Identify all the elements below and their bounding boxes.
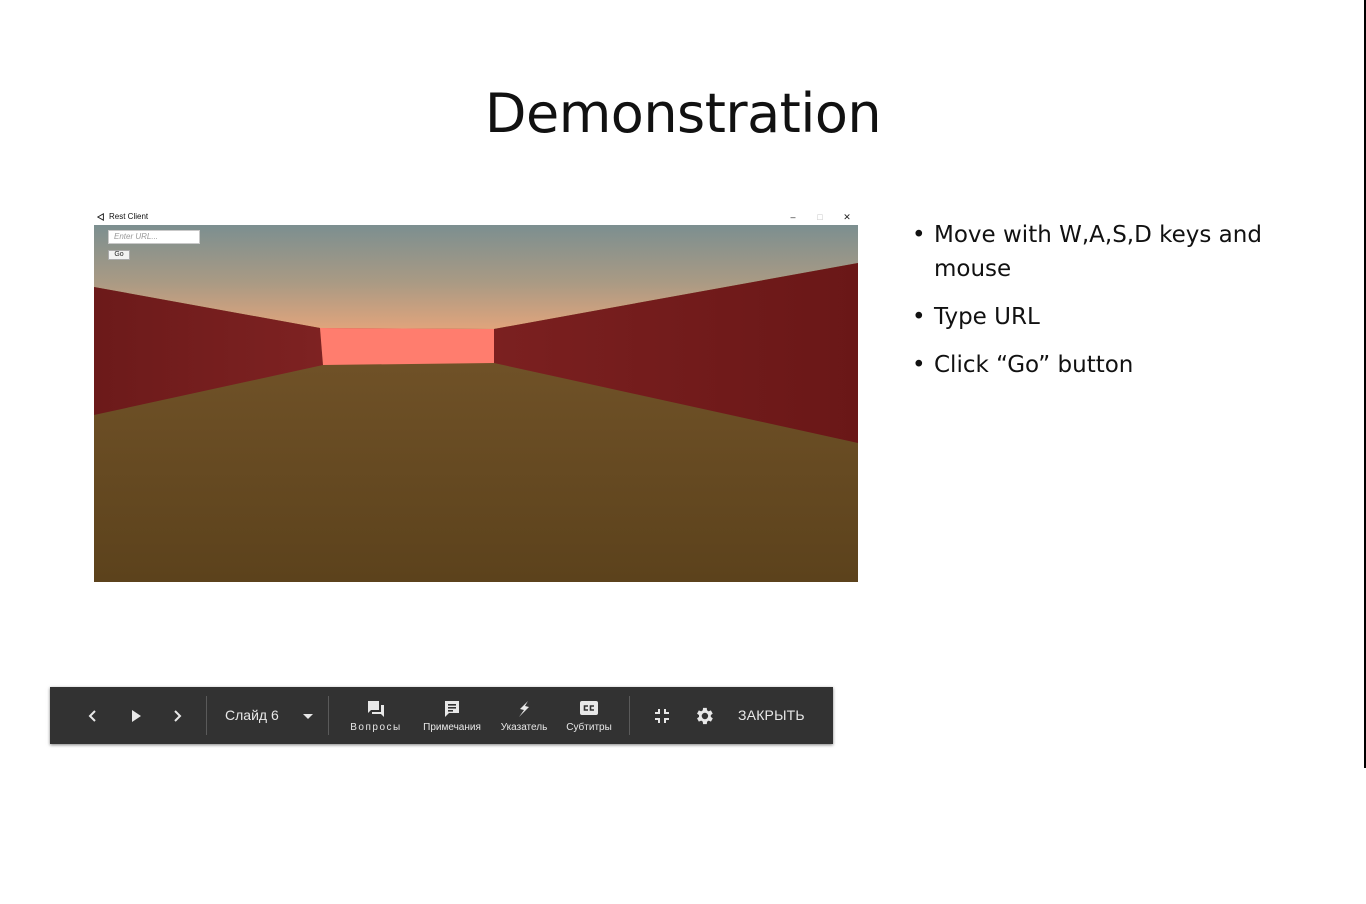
questions-icon bbox=[368, 701, 384, 717]
bullet-list: • Move with W,A,S,D keys and mouse • Type … bbox=[912, 218, 1332, 396]
chevron-right-icon bbox=[174, 709, 182, 722]
captions-label: Субтитры bbox=[566, 722, 612, 733]
presenter-toolbar: Слайд 6 Вопросы Примечания Указатель Суб… bbox=[50, 687, 833, 744]
close-presentation-button[interactable]: ЗАКРЫТЬ bbox=[728, 687, 814, 744]
notes-button[interactable]: Примечания bbox=[418, 687, 486, 744]
bullet-item: • Move with W,A,S,D keys and mouse bbox=[912, 222, 1262, 282]
caret-down-icon bbox=[303, 714, 313, 719]
play-button[interactable] bbox=[121, 687, 151, 744]
embedded-app-screenshot: Rest Client – □ ✕ Enter URL... Go bbox=[94, 210, 858, 582]
chevron-left-icon bbox=[88, 709, 96, 722]
captions-button[interactable]: Субтитры bbox=[560, 687, 618, 744]
toolbar-divider bbox=[629, 696, 630, 735]
app-3d-scene bbox=[94, 225, 858, 582]
toolbar-divider bbox=[328, 696, 329, 735]
closed-captions-icon bbox=[580, 701, 598, 715]
notes-icon bbox=[445, 701, 459, 717]
slide-selector[interactable]: Слайд 6 bbox=[211, 687, 327, 744]
slide-title: Demonstration bbox=[484, 82, 882, 145]
exit-fullscreen-button[interactable] bbox=[647, 687, 677, 744]
exit-fullscreen-icon bbox=[655, 708, 669, 723]
minimize-icon: – bbox=[790, 212, 796, 222]
slide-selector-label: Слайд 6 bbox=[225, 707, 279, 723]
toolbar-divider bbox=[206, 696, 207, 735]
next-slide-button[interactable] bbox=[162, 687, 192, 744]
app-go-button: Go bbox=[108, 250, 130, 260]
close-presentation-label: ЗАКРЫТЬ bbox=[738, 707, 805, 723]
questions-label: Вопросы bbox=[350, 722, 402, 733]
app-url-input: Enter URL... bbox=[108, 230, 200, 244]
play-icon bbox=[132, 709, 141, 722]
settings-button[interactable] bbox=[688, 687, 720, 744]
close-icon: ✕ bbox=[843, 212, 851, 222]
app-titlebar: Rest Client – □ ✕ bbox=[94, 210, 858, 225]
questions-button[interactable]: Вопросы bbox=[342, 687, 410, 744]
unity-logo-icon bbox=[97, 213, 104, 221]
bullet-item: • Type URL bbox=[912, 304, 1040, 330]
maximize-icon: □ bbox=[817, 212, 823, 222]
notes-label: Примечания bbox=[423, 722, 481, 733]
pointer-label: Указатель bbox=[500, 722, 548, 733]
pointer-button[interactable]: Указатель bbox=[494, 687, 554, 744]
slide: Demonstration Rest Client – □ ✕ Enter UR… bbox=[0, 0, 1364, 768]
laser-pointer-icon bbox=[519, 701, 529, 717]
bullet-item: • Click “Go” button bbox=[912, 352, 1134, 378]
app-window-title: Rest Client bbox=[109, 212, 149, 221]
gear-icon bbox=[697, 707, 713, 724]
previous-slide-button[interactable] bbox=[78, 687, 108, 744]
